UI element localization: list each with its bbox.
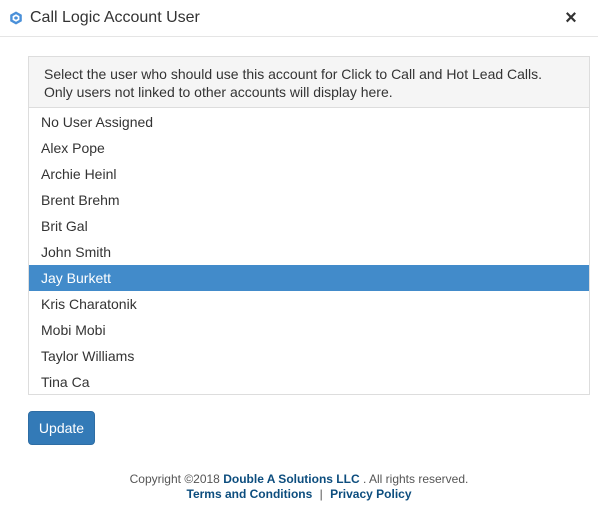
user-item-jay-burkett[interactable]: Jay Burkett xyxy=(29,265,589,291)
instruction-line-2: Only users not linked to other accounts … xyxy=(44,84,393,100)
instruction-line-1: Select the user who should use this acco… xyxy=(44,66,543,82)
privacy-link[interactable]: Privacy Policy xyxy=(330,487,411,501)
user-item-no-user-assigned[interactable]: No User Assigned xyxy=(29,109,589,135)
user-item-john-smith[interactable]: John Smith xyxy=(29,239,589,265)
company-link[interactable]: Double A Solutions LLC xyxy=(223,472,359,486)
user-item-alex-pope[interactable]: Alex Pope xyxy=(29,135,589,161)
user-list[interactable]: No User Assigned Alex Pope Archie Heinl … xyxy=(29,108,589,394)
user-item-brit-gal[interactable]: Brit Gal xyxy=(29,213,589,239)
instruction-heading: Select the user who should use this acco… xyxy=(29,57,589,108)
copyright-suffix: . All rights reserved. xyxy=(362,472,469,486)
copyright-line: Copyright ©2018 Double A Solutions LLC .… xyxy=(0,472,598,487)
user-item-taylor-williams[interactable]: Taylor Williams xyxy=(29,343,589,369)
hexagon-logo-icon xyxy=(9,11,23,25)
update-button[interactable]: Update xyxy=(28,411,95,445)
dialog-titlebar: Call Logic Account User × xyxy=(0,0,598,37)
link-separator: | xyxy=(319,487,323,501)
legal-links: Terms and Conditions | Privacy Policy xyxy=(0,487,598,502)
user-item-archie-heinl[interactable]: Archie Heinl xyxy=(29,161,589,187)
close-button[interactable]: × xyxy=(561,8,581,28)
footer: Copyright ©2018 Double A Solutions LLC .… xyxy=(0,472,598,502)
user-item-brent-brehm[interactable]: Brent Brehm xyxy=(29,187,589,213)
terms-link[interactable]: Terms and Conditions xyxy=(187,487,313,501)
copyright-prefix: Copyright ©2018 xyxy=(129,472,220,486)
dialog-title: Call Logic Account User xyxy=(30,9,200,26)
user-item-tina-ca[interactable]: Tina Ca xyxy=(29,369,589,394)
user-item-mobi-mobi[interactable]: Mobi Mobi xyxy=(29,317,589,343)
user-selection-panel: Select the user who should use this acco… xyxy=(28,56,590,395)
user-item-kris-charatonik[interactable]: Kris Charatonik xyxy=(29,291,589,317)
